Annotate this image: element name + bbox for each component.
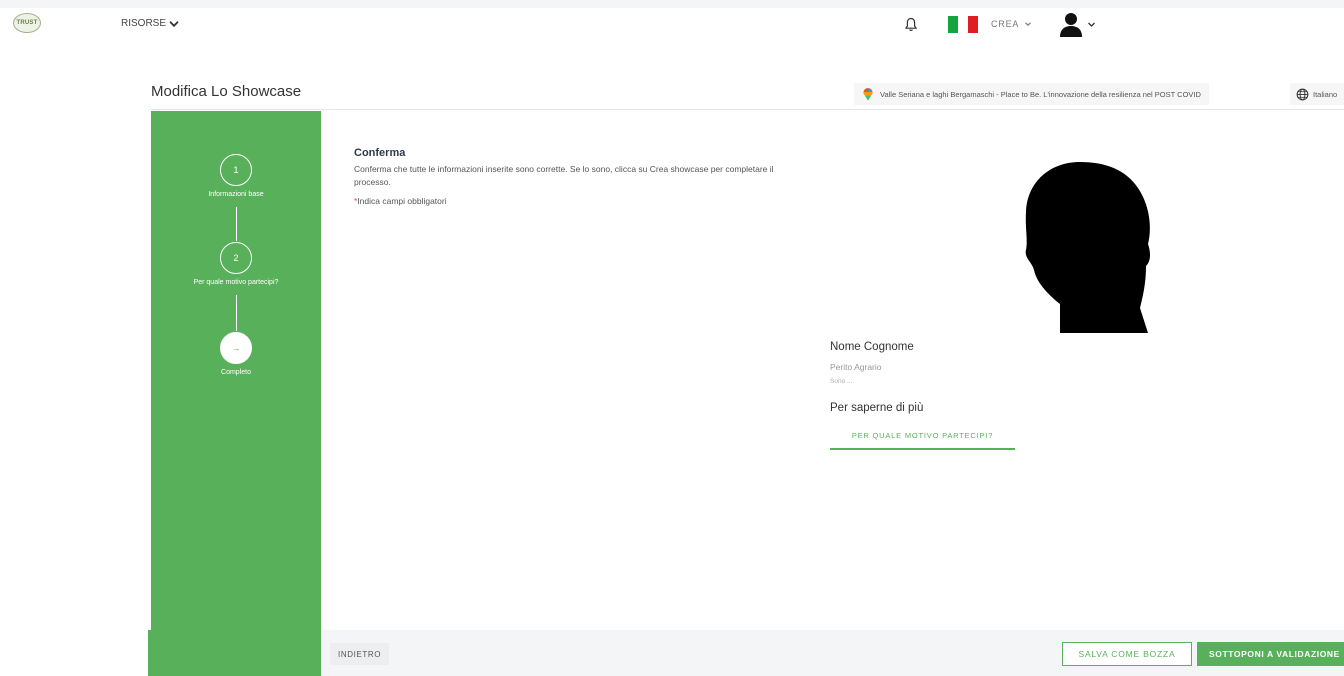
resources-menu[interactable]: RISORSE xyxy=(121,18,179,29)
chevron-down-icon xyxy=(169,20,179,27)
create-menu[interactable]: CREA xyxy=(991,19,1032,29)
chevron-down-icon xyxy=(1088,22,1095,27)
globe-icon xyxy=(1296,88,1309,100)
tab-per-quale-motivo-partecipi[interactable]: PER QUALE MOTIVO PARTECIPI? xyxy=(830,422,1015,450)
profile-bio: Sono .... xyxy=(830,378,855,385)
step-completo[interactable]: → Completo xyxy=(151,332,321,376)
stepper-sidebar: 1 Informazioni base 2 Per quale motivo p… xyxy=(151,111,321,631)
map-pin-icon xyxy=(863,87,873,101)
stepper-footer xyxy=(148,630,321,676)
showcase-context-text: Valle Seriana e laghi Bergamaschi - Plac… xyxy=(880,89,1201,99)
step-connector xyxy=(236,207,237,241)
learn-more-title: Per saperne di più xyxy=(830,402,924,414)
step-informazioni-base[interactable]: 1 Informazioni base xyxy=(151,154,321,198)
submit-validation-button[interactable]: SOTTOPONI A VALIDAZIONE xyxy=(1197,642,1344,666)
required-fields-note: *Indica campi obbligatori xyxy=(354,196,447,206)
profile-name: Nome Cognome xyxy=(830,341,914,353)
save-draft-button[interactable]: SALVA COME BOZZA xyxy=(1062,642,1192,666)
page-title: Modifica Lo Showcase xyxy=(151,83,302,100)
confirm-title: Conferma xyxy=(354,147,406,159)
showcase-context: Valle Seriana e laghi Bergamaschi - Plac… xyxy=(854,83,1209,105)
page: TRUST RISORSE CREA Modifica Lo Showcase … xyxy=(0,8,1344,676)
step-per-quale-motivo[interactable]: 2 Per quale motivo partecipi? xyxy=(151,242,321,286)
top-navbar: TRUST RISORSE CREA xyxy=(0,8,1344,42)
step-number: 2 xyxy=(220,242,252,274)
required-note-text: Indica campi obbligatori xyxy=(357,196,447,206)
resources-menu-label: RISORSE xyxy=(121,18,167,29)
language-selector[interactable]: Italiano xyxy=(1290,83,1344,105)
user-menu[interactable] xyxy=(1058,11,1096,37)
language-label: Italiano xyxy=(1313,89,1338,99)
header-divider xyxy=(151,109,1344,110)
italian-flag-icon[interactable] xyxy=(948,16,978,33)
step-label: Informazioni base xyxy=(208,191,264,198)
back-button[interactable]: INDIETRO xyxy=(330,643,390,665)
step-label: Per quale motivo partecipi? xyxy=(193,279,279,286)
step-label: Completo xyxy=(221,369,251,376)
profile-role: Perito Agrario xyxy=(830,362,882,372)
chevron-down-icon xyxy=(1025,22,1032,26)
user-icon xyxy=(1060,13,1082,37)
step-connector xyxy=(236,295,237,331)
app-logo[interactable]: TRUST xyxy=(13,13,41,33)
confirm-description: Conferma che tutte le informazioni inser… xyxy=(354,164,774,187)
arrow-right-icon: → xyxy=(220,332,252,364)
step-number: 1 xyxy=(220,154,252,186)
profile-avatar xyxy=(1025,162,1150,333)
create-menu-label: CREA xyxy=(991,19,1020,29)
bell-icon[interactable] xyxy=(904,17,918,32)
